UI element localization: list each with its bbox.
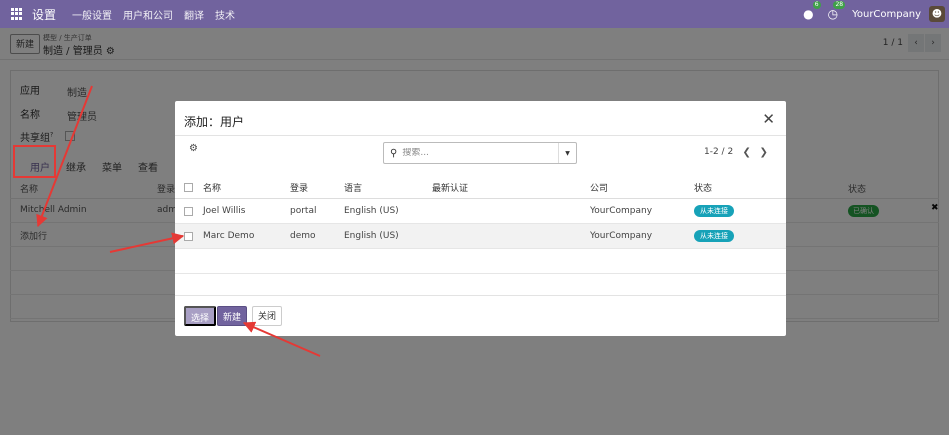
dialog-pager-prev-icon[interactable]: ❮	[738, 143, 755, 161]
status-badge: 从未连接	[694, 230, 734, 242]
menu-users-companies[interactable]: 用户和公司	[123, 7, 173, 22]
close-icon[interactable]: ✕	[762, 110, 775, 128]
cell-company: YourCompany	[590, 206, 653, 216]
gear-icon[interactable]: ⚙	[189, 143, 198, 154]
col-header-login[interactable]: 登录	[290, 181, 308, 194]
search-options-chevron-down-icon[interactable]: ▼	[558, 143, 576, 163]
search-icon: ⚲	[390, 147, 398, 159]
company-switcher[interactable]: YourCompany	[852, 9, 921, 20]
cell-name: Marc Demo	[203, 231, 255, 241]
cell-login: portal	[290, 206, 317, 216]
row-checkbox[interactable]	[184, 232, 193, 241]
col-header-latest-auth[interactable]: 最新认证	[432, 181, 468, 194]
top-navbar: 设置 一般设置 用户和公司 翻译 技术 ● 6 ◷ 28 YourCompany ☻	[0, 0, 949, 28]
cell-company: YourCompany	[590, 231, 653, 241]
row-checkbox[interactable]	[184, 207, 193, 216]
close-button[interactable]: 关闭	[252, 306, 283, 326]
activity-count-badge: 28	[833, 1, 846, 9]
col-header-status[interactable]: 状态	[694, 181, 712, 194]
col-header-name[interactable]: 名称	[203, 181, 221, 194]
new-button[interactable]: 新建	[217, 306, 248, 326]
apps-menu-icon[interactable]	[11, 8, 23, 20]
dialog-footer-divider	[175, 295, 786, 296]
select-all-checkbox[interactable]	[184, 183, 193, 192]
empty-row	[175, 249, 786, 274]
cell-login: demo	[290, 231, 316, 241]
col-header-language[interactable]: 语言	[344, 181, 362, 194]
activity-clock-icon[interactable]: ◷ 28	[828, 1, 846, 21]
chat-count-badge: 6	[812, 1, 821, 9]
highlight-box-users-tab	[13, 145, 56, 178]
status-badge: 从未连接	[694, 205, 734, 217]
menu-technical[interactable]: 技术	[215, 7, 235, 22]
menu-general-settings[interactable]: 一般设置	[72, 7, 112, 22]
menu-translations[interactable]: 翻译	[184, 7, 204, 22]
dialog-pager: 1-2 / 2 ❮ ❯	[704, 143, 772, 161]
col-header-company[interactable]: 公司	[590, 181, 608, 194]
chat-icon[interactable]: ● 6	[803, 1, 821, 21]
dialog-table-header: 名称 登录 语言 最新认证 公司 状态	[175, 175, 786, 199]
dialog-title: 添加：用户	[184, 115, 245, 129]
search-box: ⚲ ▼	[383, 142, 577, 164]
user-avatar[interactable]: ☻	[929, 6, 945, 22]
search-input[interactable]	[402, 148, 543, 158]
dialog-pager-value[interactable]: 1-2 / 2	[704, 147, 733, 157]
table-row[interactable]: Joel Willis portal English (US) YourComp…	[175, 199, 786, 224]
table-row[interactable]: Marc Demo demo English (US) YourCompany …	[175, 224, 786, 249]
add-users-dialog: 添加：用户 ✕ ⚙ ⚲ ▼ 1-2 / 2 ❮ ❯ 名称 登录 语言 最新认证 …	[175, 101, 786, 336]
select-button[interactable]: 选择	[184, 306, 217, 326]
cell-name: Joel Willis	[203, 206, 246, 216]
cell-language: English (US)	[344, 206, 399, 216]
dialog-pager-next-icon[interactable]: ❯	[755, 143, 772, 161]
dialog-header-divider	[175, 135, 786, 136]
cell-language: English (US)	[344, 231, 399, 241]
app-brand[interactable]: 设置	[32, 6, 56, 23]
